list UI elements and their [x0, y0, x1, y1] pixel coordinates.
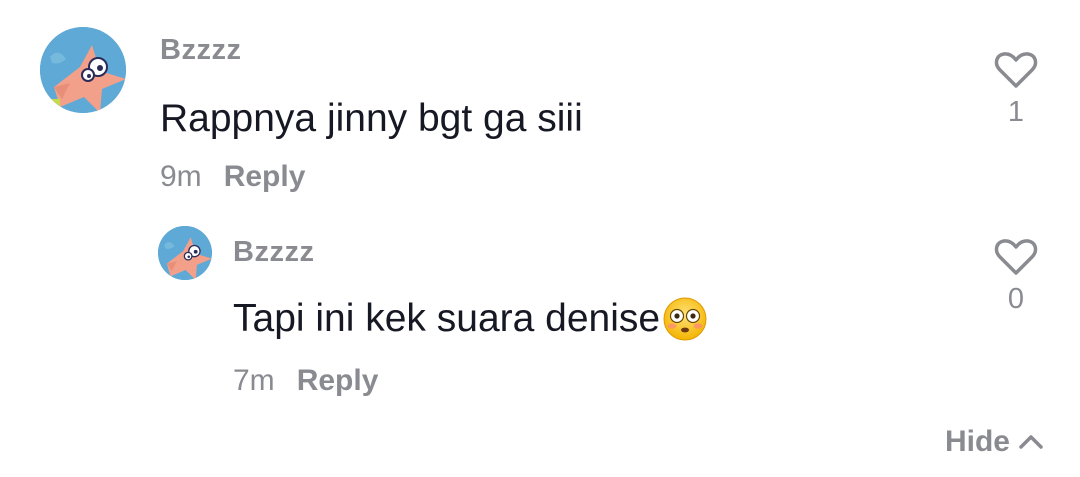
comment-meta: 9m Reply: [160, 160, 305, 194]
patrick-star-avatar-icon: [158, 226, 212, 280]
heart-icon[interactable]: [994, 50, 1038, 90]
like-control: 1: [986, 50, 1046, 129]
avatar[interactable]: [158, 226, 212, 280]
reply-button[interactable]: Reply: [297, 364, 379, 398]
comment-timestamp: 7m: [233, 364, 275, 397]
like-count: 1: [1007, 96, 1025, 128]
comment-text-body: Tapi ini kek suara denise: [233, 297, 661, 340]
reply-button[interactable]: Reply: [224, 160, 306, 194]
comment-username[interactable]: Bzzzz: [160, 34, 241, 67]
flushed-face-emoji-icon: [663, 297, 707, 341]
comment-text: Tapi ini kek suara denise: [233, 296, 708, 342]
comment-text-body: Rappnya jinny bgt ga siii: [160, 97, 583, 140]
hide-replies-button[interactable]: Hide: [945, 425, 1046, 459]
hide-replies-label: Hide: [944, 425, 1010, 458]
comment-text: Rappnya jinny bgt ga siii: [160, 97, 583, 141]
avatar[interactable]: [40, 27, 126, 113]
comment-timestamp: 9m: [160, 160, 202, 193]
chevron-up-icon: [1019, 435, 1043, 449]
like-control: 0: [986, 237, 1046, 316]
comment-meta: 7m Reply: [233, 364, 378, 398]
patrick-star-avatar-icon: [40, 27, 126, 113]
heart-icon[interactable]: [994, 237, 1038, 277]
like-count: 0: [1007, 283, 1025, 315]
comment-username[interactable]: Bzzzz: [233, 236, 314, 269]
